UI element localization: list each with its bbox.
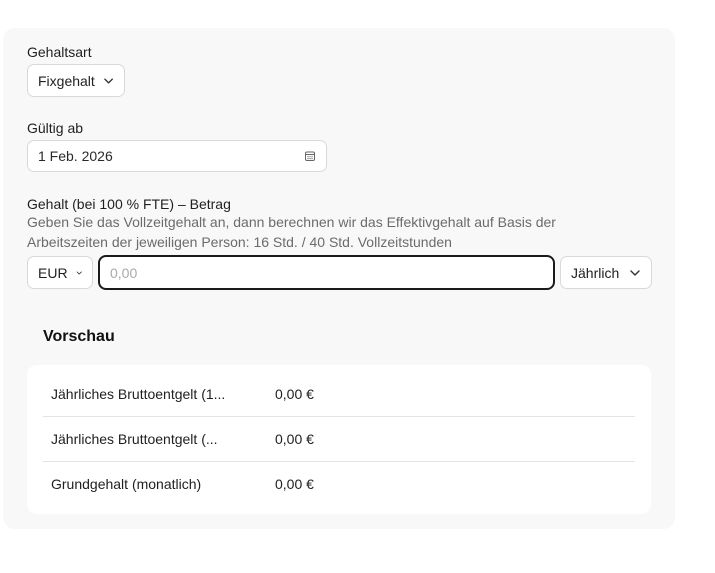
preview-row-label: Jährliches Bruttoentgelt (...	[51, 430, 218, 447]
preview-row-value: 0,00 €	[275, 430, 314, 447]
frequency-select[interactable]: Jährlich	[560, 256, 652, 289]
preview-row: Grundgehalt (monatlich) 0,00 €	[43, 461, 635, 506]
chevron-down-icon	[104, 77, 113, 84]
preview-table: Jährliches Bruttoentgelt (1... 0,00 € Jä…	[27, 365, 651, 514]
salary-type-select[interactable]: Fixgehalt	[27, 64, 125, 97]
chevron-down-icon	[76, 271, 82, 274]
salary-help-line-1: Geben Sie das Vollzeitgehalt an, dann be…	[27, 214, 556, 230]
preview-row-value: 0,00 €	[275, 475, 314, 492]
preview-row-value: 0,00 €	[275, 385, 314, 402]
salary-amount-input[interactable]	[98, 255, 555, 290]
salary-help-line-2: Arbeitszeiten der jeweiligen Person: 16 …	[27, 234, 452, 250]
salary-type-label: Gehaltsart	[27, 44, 92, 60]
preview-row-label: Grundgehalt (monatlich)	[51, 475, 202, 492]
preview-row: Jährliches Bruttoentgelt (... 0,00 €	[43, 416, 635, 461]
chevron-down-icon	[630, 269, 640, 276]
calendar-icon[interactable]	[304, 150, 316, 162]
frequency-value: Jährlich	[571, 264, 620, 281]
valid-from-value: 1 Feb. 2026	[38, 148, 113, 164]
valid-from-label: Gültig ab	[27, 120, 84, 136]
preview-title: Vorschau	[43, 328, 115, 345]
preview-row-label: Jährliches Bruttoentgelt (1...	[51, 385, 226, 402]
currency-value: EUR	[38, 264, 68, 281]
preview-row: Jährliches Bruttoentgelt (1... 0,00 €	[43, 371, 635, 416]
valid-from-date-field[interactable]: 1 Feb. 2026	[27, 140, 327, 172]
currency-select[interactable]: EUR	[27, 256, 93, 289]
salary-type-value: Fixgehalt	[38, 72, 95, 89]
salary-amount-label: Gehalt (bei 100 % FTE) – Betrag	[27, 196, 231, 212]
